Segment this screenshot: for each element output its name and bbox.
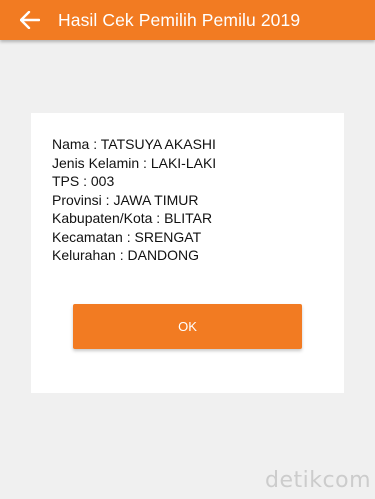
- voter-info: Nama : TATSUYA AKASHI Jenis Kelamin : LA…: [52, 135, 216, 265]
- app-bar: Hasil Cek Pemilih Pemilu 2019: [0, 0, 375, 40]
- result-card: Nama : TATSUYA AKASHI Jenis Kelamin : LA…: [31, 113, 344, 393]
- info-gender: Jenis Kelamin : LAKI-LAKI: [52, 154, 217, 171]
- back-button[interactable]: [8, 0, 52, 40]
- watermark: detikcom: [265, 468, 371, 493]
- info-tps: TPS : 003: [52, 173, 115, 189]
- page-title: Hasil Cek Pemilih Pemilu 2019: [58, 9, 301, 30]
- info-regency: Kabupaten/Kota : BLITAR: [52, 210, 213, 226]
- ok-button[interactable]: OK: [73, 304, 302, 349]
- arrow-left-icon: [20, 11, 40, 29]
- info-name: Nama : TATSUYA AKASHI: [52, 136, 216, 152]
- info-district: Kecamatan : SRENGAT: [52, 228, 202, 245]
- info-village: Kelurahan : DANDONG: [52, 247, 200, 263]
- info-province: Provinsi : JAWA TIMUR: [52, 191, 199, 208]
